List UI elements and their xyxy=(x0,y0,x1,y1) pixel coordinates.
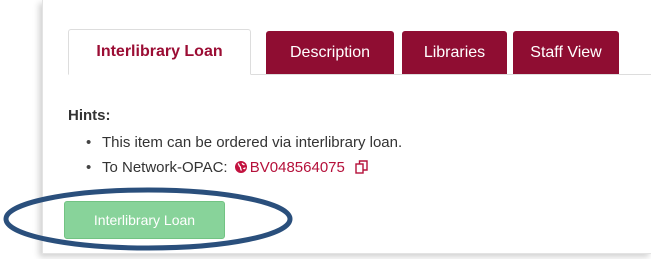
globe-icon xyxy=(234,161,247,173)
tab-bar: Interlibrary Loan Description Libraries … xyxy=(43,0,651,75)
network-opac-id: BV048564075 xyxy=(249,159,345,176)
record-panel: Interlibrary Loan Description Libraries … xyxy=(42,0,651,254)
copy-icon[interactable] xyxy=(355,159,368,181)
hints-list: • This item can be ordered via interlibra… xyxy=(86,132,402,182)
tab-staff-view[interactable]: Staff View xyxy=(513,31,619,74)
tab-libraries[interactable]: Libraries xyxy=(402,31,507,74)
tab-interlibrary-loan[interactable]: Interlibrary Loan xyxy=(68,29,251,75)
hints-heading: Hints: xyxy=(68,107,111,124)
bullet: • xyxy=(86,134,92,151)
interlibrary-loan-button[interactable]: Interlibrary Loan xyxy=(64,201,225,239)
network-opac-label: To Network-OPAC: xyxy=(102,159,228,176)
list-item: • To Network-OPAC: BV048564075 xyxy=(86,157,402,182)
tab-description[interactable]: Description xyxy=(266,31,394,74)
network-opac-link[interactable]: BV048564075 xyxy=(232,159,349,176)
bullet: • xyxy=(86,159,92,176)
list-item: • This item can be ordered via interlibra… xyxy=(86,132,402,157)
hint-text: This item can be ordered via interlibrar… xyxy=(102,134,403,151)
